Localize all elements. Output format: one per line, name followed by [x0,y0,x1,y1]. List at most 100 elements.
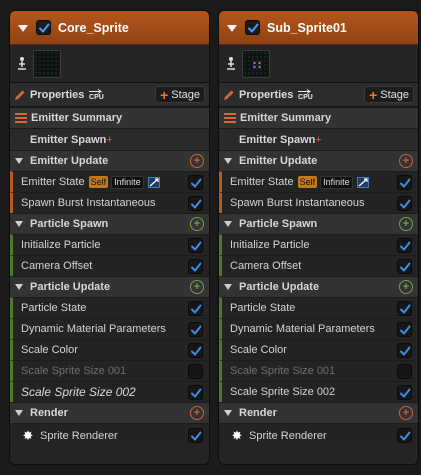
cpu-label: CPU [298,93,313,101]
module-scale-sprite-002[interactable]: Scale Sprite Size 002 [219,381,418,402]
module-enable-checkbox[interactable] [188,196,203,211]
module-particle-state[interactable]: Particle State [10,297,209,318]
emitter-update-section[interactable]: Emitter Update + [10,150,209,171]
module-enable-checkbox[interactable] [397,343,412,358]
add-module-icon[interactable]: + [190,280,204,294]
module-enable-checkbox[interactable] [188,343,203,358]
module-enable-checkbox[interactable] [188,385,203,400]
module-sprite-renderer[interactable]: ✸ Sprite Renderer [219,423,418,447]
add-module-icon[interactable]: + [190,154,204,168]
module-enable-checkbox[interactable] [397,301,412,316]
emitter-summary-section[interactable]: Emitter Summary [10,107,209,128]
emitter-properties-icon[interactable] [15,56,29,72]
particle-update-section[interactable]: Particle Update + [10,276,209,297]
module-enable-checkbox[interactable] [397,428,412,443]
module-emitter-state[interactable]: Emitter State Self Infinite [219,171,418,192]
section-title: Particle Spawn [239,218,318,230]
particle-spawn-section[interactable]: Particle Spawn + [219,213,418,234]
emitter-enable-checkbox[interactable] [245,20,260,35]
module-enable-checkbox[interactable] [397,238,412,253]
emitter-enable-checkbox[interactable] [36,20,51,35]
add-module-icon[interactable]: + [190,217,204,231]
module-sprite-renderer[interactable]: ✸ Sprite Renderer [10,423,209,447]
add-module-icon[interactable]: + [399,154,413,168]
module-dynamic-material[interactable]: Dynamic Material Parameters [219,318,418,339]
module-enable-checkbox[interactable] [397,364,412,379]
module-scale-sprite-001[interactable]: Scale Sprite Size 001 [10,360,209,381]
module-label: Scale Color [21,344,78,356]
emitter-summary-section[interactable]: Emitter Summary [219,107,418,128]
collapse-caret-icon[interactable] [227,24,237,32]
module-enable-checkbox[interactable] [188,322,203,337]
collapse-caret-icon[interactable] [15,284,23,290]
collapse-caret-icon[interactable] [15,158,23,164]
collapse-caret-icon[interactable] [15,221,23,227]
module-enable-checkbox[interactable] [188,364,203,379]
module-camera-offset[interactable]: Camera Offset [10,255,209,276]
section-title: Emitter Update [30,155,109,167]
section-title: Emitter Spawn [239,133,316,146]
particle-update-section[interactable]: Particle Update + [219,276,418,297]
emitter-header[interactable]: Sub_Sprite01 [219,11,418,45]
module-emitter-state[interactable]: Emitter State Self Infinite [10,171,209,192]
module-enable-checkbox[interactable] [397,196,412,211]
emitter-header[interactable]: Core_Sprite [10,11,209,45]
module-scale-color[interactable]: Scale Color [10,339,209,360]
emitter-node-sub-sprite01[interactable]: Sub_Sprite01 Properties CPU + Stage Emit… [218,10,419,465]
module-initialize-particle[interactable]: Initialize Particle [10,234,209,255]
module-enable-checkbox[interactable] [397,175,412,190]
module-dynamic-material[interactable]: Dynamic Material Parameters [10,318,209,339]
section-title: Particle Update [239,281,320,293]
module-enable-checkbox[interactable] [397,385,412,400]
render-section[interactable]: Render + [10,402,209,423]
module-scale-color[interactable]: Scale Color [219,339,418,360]
add-module-icon[interactable]: + [315,134,321,146]
module-scale-sprite-002[interactable]: Scale Sprite Size 002 [10,381,209,402]
module-spawn-burst[interactable]: Spawn Burst Instantaneous [10,192,209,213]
emitter-node-core-sprite[interactable]: Core_Sprite Properties CPU + Stage Emitt… [9,10,210,465]
properties-label[interactable]: Properties [239,89,293,101]
module-enable-checkbox[interactable] [188,428,203,443]
module-camera-offset[interactable]: Camera Offset [219,255,418,276]
module-enable-checkbox[interactable] [397,259,412,274]
emitter-update-section[interactable]: Emitter Update + [219,150,418,171]
collapse-caret-icon[interactable] [15,410,23,416]
collapse-caret-icon[interactable] [224,158,232,164]
list-icon [15,113,27,123]
sprite-renderer-icon: ✸ [22,427,34,443]
emitter-thumbnail[interactable] [242,49,270,78]
add-module-icon[interactable]: + [190,406,204,420]
properties-label[interactable]: Properties [30,89,84,101]
module-enable-checkbox[interactable] [188,259,203,274]
collapse-caret-icon[interactable] [224,284,232,290]
collapse-caret-icon[interactable] [18,24,28,32]
emitter-spawn-section[interactable]: Emitter Spawn + [10,128,209,150]
stage-label: Stage [380,88,409,101]
add-module-icon[interactable]: + [106,134,112,146]
add-stage-button[interactable]: + Stage [155,86,205,103]
thumbnail-row [219,45,418,83]
collapse-caret-icon[interactable] [224,221,232,227]
particle-spawn-section[interactable]: Particle Spawn + [10,213,209,234]
add-module-icon[interactable]: + [399,280,413,294]
module-enable-checkbox[interactable] [188,175,203,190]
module-enable-checkbox[interactable] [188,238,203,253]
module-label: Camera Offset [230,260,302,272]
collapse-caret-icon[interactable] [224,410,232,416]
pencil-icon [15,90,25,100]
add-module-icon[interactable]: + [399,406,413,420]
module-scale-sprite-001[interactable]: Scale Sprite Size 001 [219,360,418,381]
emitter-properties-icon[interactable] [224,56,238,72]
module-spawn-burst[interactable]: Spawn Burst Instantaneous [219,192,418,213]
render-section[interactable]: Render + [219,402,418,423]
emitter-thumbnail[interactable] [33,49,61,78]
module-enable-checkbox[interactable] [397,322,412,337]
module-particle-state[interactable]: Particle State [219,297,418,318]
emitter-spawn-section[interactable]: Emitter Spawn + [219,128,418,150]
add-stage-button[interactable]: + Stage [364,86,414,103]
module-enable-checkbox[interactable] [188,301,203,316]
module-label: Initialize Particle [21,239,101,251]
add-module-icon[interactable]: + [399,217,413,231]
module-initialize-particle[interactable]: Initialize Particle [219,234,418,255]
curve-icon [356,176,369,188]
